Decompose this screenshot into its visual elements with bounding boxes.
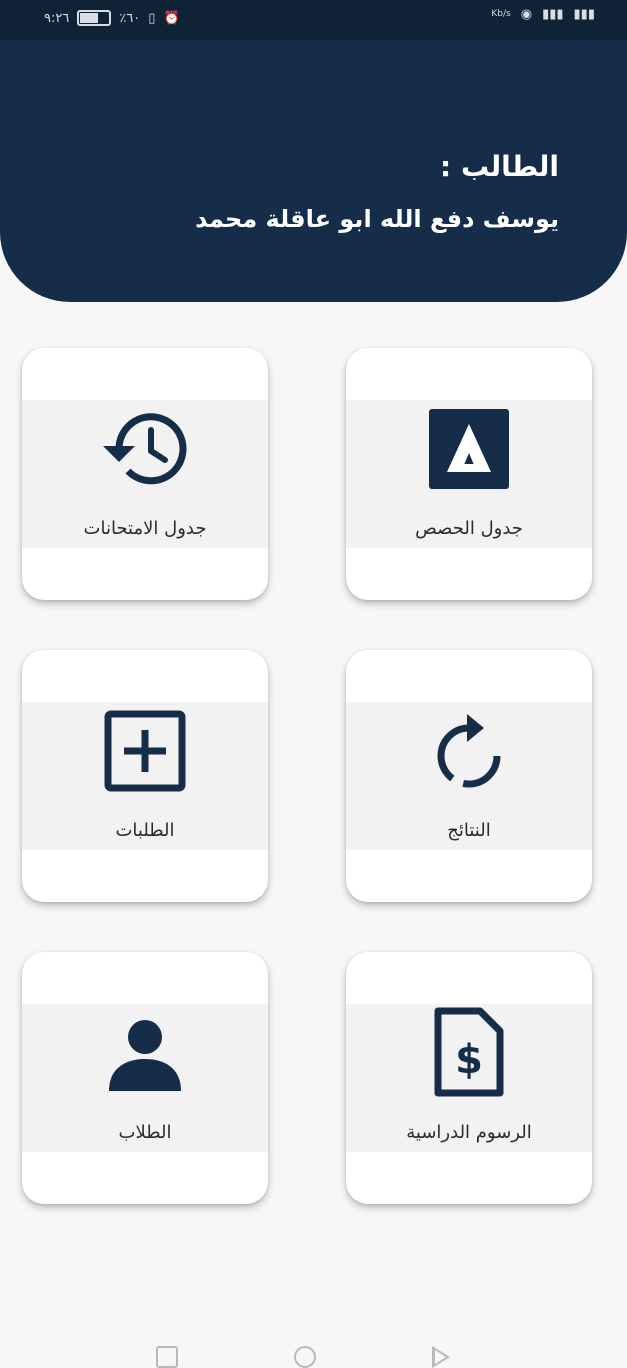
battery-percent-text: ٪٦٠	[119, 10, 141, 26]
students-card[interactable]: الطلاب	[22, 952, 268, 1204]
person-icon	[109, 1020, 181, 1091]
icon-container	[22, 1010, 268, 1096]
alarm-icon: ⏰	[163, 10, 180, 26]
tuition-fees-label: الرسوم الدراسية	[406, 1122, 532, 1143]
vibrate-icon: ▯	[148, 10, 156, 26]
class-schedule-label: جدول الحصص	[415, 518, 523, 539]
results-card[interactable]: النتائج	[346, 650, 592, 902]
home-button[interactable]	[294, 1346, 316, 1368]
students-label: الطلاب	[118, 1122, 172, 1143]
class-schedule-card[interactable]: جدول الحصص	[346, 348, 592, 600]
status-right: Kb/s ◉ ▮▮▮ ▮▮▮	[491, 8, 595, 21]
recent-apps-button[interactable]	[156, 1346, 178, 1368]
icon-container	[22, 708, 268, 794]
student-header: الطالب : يوسف دفع الله ابو عاقلة محمد	[0, 40, 627, 302]
app-logo-a-icon	[429, 409, 509, 489]
icon-container	[22, 406, 268, 492]
icon-container	[346, 406, 592, 492]
exam-schedule-label: جدول الامتحانات	[83, 518, 207, 539]
requests-label: الطلبات	[115, 820, 175, 841]
svg-text:$: $	[455, 1037, 483, 1083]
battery-icon	[77, 10, 112, 26]
status-left: ٩:٢٦ ٪٦٠ ▯ ⏰	[44, 10, 180, 26]
signal-icon: ▮▮▮	[542, 7, 564, 22]
icon-container: $	[346, 1007, 592, 1097]
time-text: ٩:٢٦	[44, 10, 70, 26]
signal-icon-2: ▮▮▮	[573, 7, 595, 22]
hotspot-icon: ◉	[520, 7, 533, 22]
requests-card[interactable]: الطلبات	[22, 650, 268, 902]
system-nav-bar	[0, 1330, 627, 1368]
screen: ٩:٢٦ ٪٦٠ ▯ ⏰ Kb/s ◉ ▮▮▮ ▮▮▮ الطالب : يوس…	[0, 0, 627, 1368]
fee-document-icon: $	[434, 1007, 504, 1097]
student-label: الطالب :	[440, 150, 559, 183]
refresh-icon	[437, 714, 501, 788]
results-label: النتائج	[447, 820, 491, 841]
back-button[interactable]	[432, 1346, 450, 1368]
icon-container	[346, 708, 592, 794]
history-clock-icon	[103, 413, 187, 485]
network-speed-text: Kb/s	[491, 9, 511, 19]
add-box-icon	[104, 710, 186, 792]
student-name: يوسف دفع الله ابو عاقلة محمد	[195, 205, 559, 233]
status-bar: ٩:٢٦ ٪٦٠ ▯ ⏰ Kb/s ◉ ▮▮▮ ▮▮▮	[0, 0, 627, 40]
tuition-fees-card[interactable]: $ الرسوم الدراسية	[346, 952, 592, 1204]
exam-schedule-card[interactable]: جدول الامتحانات	[22, 348, 268, 600]
